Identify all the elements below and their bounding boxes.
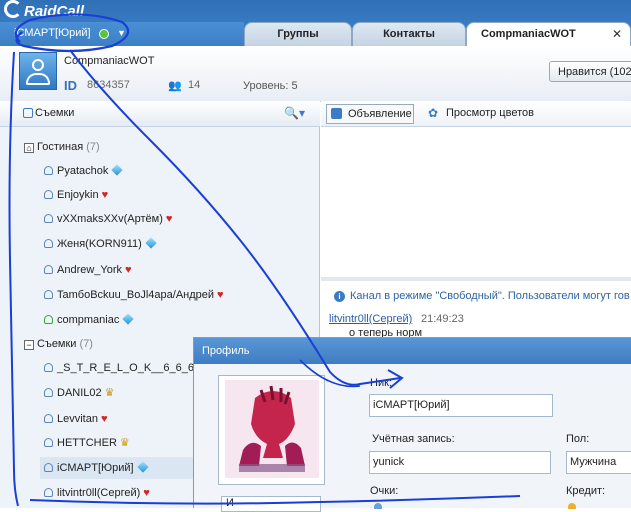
user-icon — [44, 290, 53, 299]
profile-photo — [225, 380, 319, 478]
user-list-item-selected[interactable]: iCMAPT[Юрий] — [44, 457, 149, 479]
message-time: 21:49:23 — [421, 313, 464, 325]
heart-icon: ♥ — [125, 264, 132, 276]
gem-icon — [136, 461, 149, 473]
user-icon — [44, 265, 53, 274]
gem-icon — [111, 164, 124, 176]
crown-icon: ♛ — [104, 387, 115, 399]
search-user-icon[interactable]: 🔍▾ — [284, 106, 305, 120]
user-icon — [44, 463, 53, 472]
gender-select[interactable]: Мужчина — [566, 451, 631, 474]
user-list-item[interactable]: TamбoBckuu_BoJl4apa/Андрей ♥ — [44, 284, 224, 306]
app-logo: RaidCall — [4, 0, 84, 20]
view-colors-button[interactable]: Просмотр цветов — [446, 107, 534, 119]
user-list-item[interactable]: vXXmaksXXv(Артём) ♥ — [44, 208, 172, 230]
account-label: Учётная запись: — [372, 433, 455, 445]
user-list-item[interactable]: DANIL02 ♛ — [44, 382, 115, 404]
message-author[interactable]: litvintr0ll(Сергей) — [329, 313, 412, 325]
gem-icon — [122, 313, 135, 325]
account-field[interactable]: yunick — [369, 451, 551, 474]
users-count: 14 — [188, 79, 201, 91]
gem-icon — [145, 237, 157, 249]
user-icon — [44, 166, 53, 175]
heart-icon: ♥ — [100, 413, 108, 425]
user-icon — [44, 190, 53, 199]
channel-id: 8634357 — [87, 79, 130, 91]
user-list-item[interactable]: HETTCHER ♛ — [44, 432, 130, 454]
tab-channel[interactable]: CompmaniacWOT — [466, 22, 631, 46]
user-list-item[interactable]: compmaniac — [44, 309, 135, 331]
crown-icon: ♛ — [119, 437, 130, 449]
photo-caption-input[interactable]: И — [221, 496, 321, 512]
online-status-icon[interactable] — [99, 29, 109, 39]
collapse-icon[interactable]: − — [24, 340, 34, 350]
channel-level: Уровень: 5 — [243, 80, 298, 92]
chat-mode-notice: Канал в режиме "Свободный". Пользователи… — [350, 290, 630, 302]
user-list-item[interactable]: Levvitan ♥ — [44, 408, 108, 430]
room-item[interactable]: − Съемки (7) — [24, 333, 93, 355]
channel-name: CompmaniacWOT — [64, 55, 155, 67]
gender-label: Пол: — [566, 433, 590, 445]
rooms-icon — [23, 108, 33, 118]
close-icon[interactable]: ✕ — [612, 27, 622, 41]
channel-avatar[interactable] — [19, 52, 57, 90]
credit-coin-icon — [568, 503, 576, 509]
current-room-title[interactable]: Съемки — [35, 107, 74, 119]
current-user-name[interactable]: iCMAPT[Юрий] — [14, 27, 91, 39]
credit-label: Кредит: — [566, 485, 606, 497]
avatar-head-icon — [32, 59, 44, 71]
user-list-item[interactable]: _S_T_R_E_L_O_K__6_6_6 — [44, 357, 194, 379]
tab-contacts[interactable]: Контакты — [352, 22, 466, 46]
heart-icon: ♥ — [143, 487, 150, 499]
palette-icon[interactable]: ✿ — [428, 106, 438, 120]
nick-label: Ник: — [370, 377, 392, 389]
user-icon — [44, 438, 53, 447]
announcement-area — [321, 127, 631, 277]
user-icon — [44, 388, 53, 397]
panel-divider[interactable] — [321, 277, 631, 281]
announcement-icon — [331, 108, 342, 119]
user-icon — [44, 214, 53, 223]
points-label: Очки: — [370, 485, 399, 497]
user-icon — [44, 363, 53, 372]
points-icon — [374, 503, 382, 509]
heart-icon: ♥ — [217, 289, 224, 301]
home-icon[interactable]: ⌂ — [24, 143, 34, 153]
room-item[interactable]: ⌂ Гостиная (7) — [24, 136, 100, 158]
raidcall-logo-icon — [4, 0, 22, 18]
user-list-item[interactable]: Pyatachok — [44, 160, 124, 182]
heart-icon: ♥ — [165, 213, 173, 225]
user-list-item[interactable]: litvintr0ll(Сергей) ♥ — [44, 482, 150, 504]
chevron-down-icon[interactable]: ▼ — [117, 28, 126, 38]
user-icon — [44, 414, 53, 423]
avatar-body-icon — [26, 73, 50, 85]
tab-groups[interactable]: Группы — [244, 22, 352, 46]
user-list-item[interactable]: Женя(KORN911) — [44, 233, 157, 255]
heart-icon: ♥ — [101, 189, 109, 201]
admin-user-icon — [44, 315, 53, 324]
info-icon: i — [334, 291, 345, 302]
user-list-item[interactable]: Andrew_York ♥ — [44, 259, 132, 281]
profile-dialog-title[interactable]: Профиль — [194, 338, 631, 364]
user-icon — [44, 488, 53, 497]
like-button[interactable]: Нравится (102) — [549, 61, 631, 82]
id-label: ID — [64, 78, 77, 93]
users-icon: 👥 — [168, 80, 182, 92]
user-list-item[interactable]: Enjoykin ♥ — [44, 184, 108, 206]
nick-field[interactable]: iCMAPT[Юрий] — [369, 394, 553, 417]
user-icon — [44, 239, 53, 248]
